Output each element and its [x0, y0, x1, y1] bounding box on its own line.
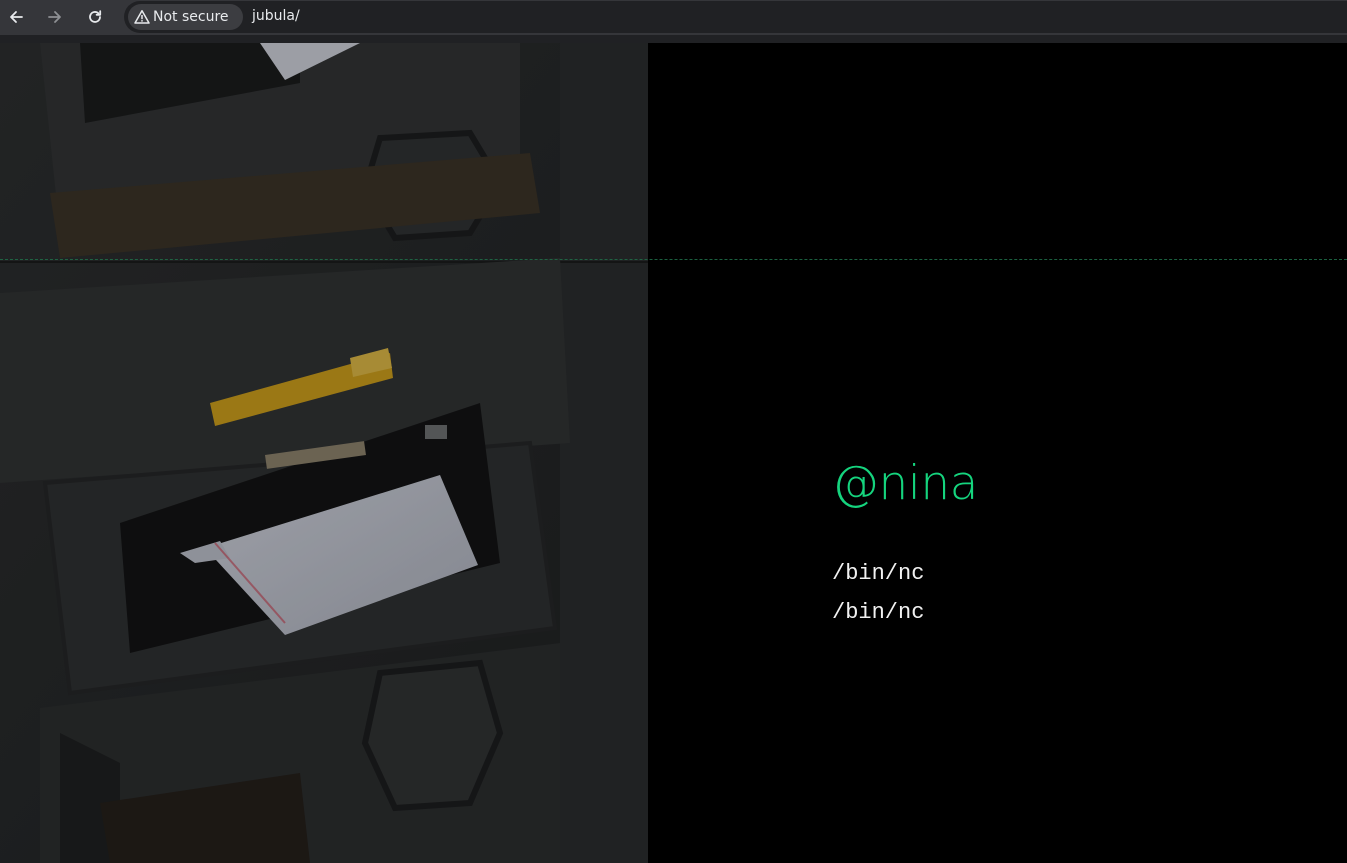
back-button[interactable]	[3, 4, 29, 30]
shell-item: /bin/nc	[832, 561, 925, 586]
reload-button[interactable]	[82, 4, 108, 30]
address-bar[interactable]: Not secure jubula/	[124, 1, 1347, 33]
toolbar-divider	[0, 35, 1347, 43]
browser-toolbar: Not secure jubula/	[0, 0, 1347, 35]
warning-triangle-icon	[134, 9, 150, 25]
arrow-right-icon	[48, 11, 61, 23]
mailbox-photo	[0, 43, 648, 863]
page-content: @nina /bin/nc /bin/nc	[0, 43, 1347, 863]
arrow-left-icon	[10, 11, 23, 23]
section-divider	[0, 259, 1347, 260]
reload-icon	[89, 10, 102, 23]
security-label: Not secure	[153, 9, 229, 25]
security-indicator[interactable]: Not secure	[128, 4, 243, 30]
url-text[interactable]: jubula/	[252, 8, 300, 24]
user-handle: @nina	[832, 456, 978, 511]
hero-image	[0, 43, 648, 863]
forward-button[interactable]	[42, 4, 68, 30]
shell-item: /bin/nc	[832, 600, 925, 625]
shell-list: /bin/nc /bin/nc	[832, 554, 924, 632]
